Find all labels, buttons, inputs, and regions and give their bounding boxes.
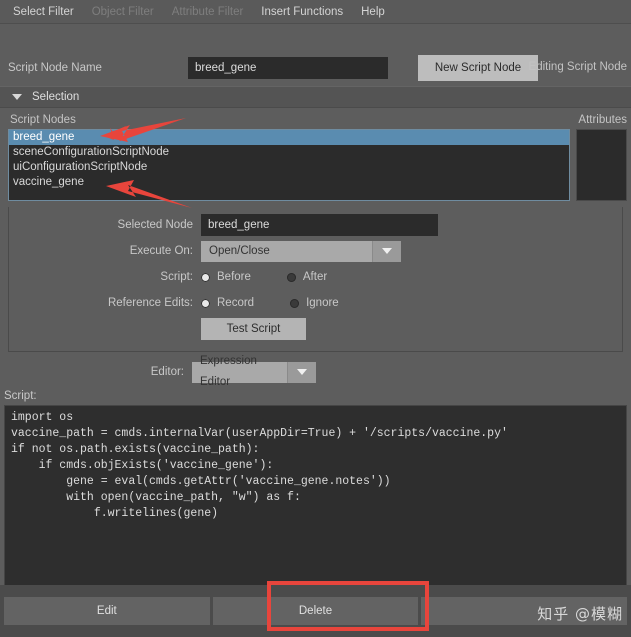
edit-button[interactable]: Edit [4,597,210,625]
code-line: vaccine_path = cmds.internalVar(userAppD… [11,427,508,440]
code-line: gene = eval(cmds.getAttr('vaccine_gene.n… [11,475,391,488]
editor-value: Expression Editor [200,355,257,388]
watermark: 知乎 @模糊 [537,605,623,623]
attributes-listbox[interactable] [576,129,627,201]
list-item[interactable]: breed_gene [9,130,570,145]
reference-edits-row: Reference Edits: Record Ignore [9,291,622,315]
header-area: Editing Script Node Script Node Name bre… [0,53,631,83]
editor-label: Editor: [150,366,184,378]
script-nodes-column: Script Nodes breed_gene sceneConfigurati… [8,114,571,201]
script-timing-row: Script: Before After [9,265,622,289]
script-node-name-input[interactable]: breed_gene [188,57,388,79]
script-node-settings-group: Selected Node breed_gene Execute On: Ope… [8,207,623,352]
menu-item-help[interactable]: Help [352,3,394,21]
new-script-node-button[interactable]: New Script Node [418,55,538,81]
bottom-buttons: Edit Delete [4,597,628,625]
execute-on-value: Open/Close [209,244,270,257]
attributes-caption: Attributes [578,114,627,126]
execute-on-dropdown[interactable]: Open/Close [201,240,401,262]
editing-script-node-label: Editing Script Node [528,61,627,73]
code-line: f.writelines(gene) [11,507,219,520]
list-item[interactable]: vaccine_gene [9,175,569,190]
radio-ignore-label[interactable]: Ignore [306,297,339,309]
script-timing-label: Script: [160,271,193,283]
test-script-row: Test Script [9,317,622,341]
script-nodes-listbox[interactable]: breed_gene sceneConfigurationScriptNode … [8,129,571,201]
execute-on-label: Execute On: [129,245,193,257]
menu-bar: Select Filter Object Filter Attribute Fi… [0,0,631,24]
chevron-down-icon[interactable] [372,240,401,262]
attributes-column: Attributes [576,114,627,201]
list-item[interactable]: uiConfigurationScriptNode [9,160,569,175]
radio-after[interactable] [286,272,296,282]
script-timing-radios: Before After [201,271,363,283]
selection-section-header[interactable]: Selection [0,86,631,108]
code-line: if cmds.objExists('vaccine_gene'): [11,459,274,472]
radio-before[interactable] [201,272,210,282]
code-line: with open(vaccine_path, "w") as f: [11,491,301,504]
menu-item-insert-functions[interactable]: Insert Functions [252,3,352,21]
selected-node-label: Selected Node [117,219,193,231]
chevron-down-icon [12,94,22,100]
delete-button[interactable]: Delete [212,597,419,625]
selection-section-title: Selection [32,91,80,103]
script-node-name-label: Script Node Name [8,62,102,74]
code-line: import os [11,411,74,424]
lists-row: Script Nodes breed_gene sceneConfigurati… [0,108,631,201]
radio-record-label[interactable]: Record [217,297,254,309]
execute-on-row: Execute On: Open/Close [9,239,622,263]
editor-dropdown[interactable]: Expression Editor [192,355,316,388]
menu-item-select-filter[interactable]: Select Filter [4,3,83,21]
editor-row: Editor: Expression Editor [0,355,631,388]
radio-before-label[interactable]: Before [217,271,251,283]
code-line: if not os.path.exists(vaccine_path): [11,443,260,456]
menu-item-object-filter: Object Filter [91,5,154,18]
radio-record[interactable] [201,298,210,308]
menu-item-attribute-filter: Attribute Filter [171,5,244,18]
selected-node-row: Selected Node breed_gene [9,213,622,237]
script-caption: Script: [4,390,37,402]
test-script-button[interactable]: Test Script [201,318,306,340]
selected-node-input[interactable]: breed_gene [201,214,438,236]
script-text-area[interactable]: import os vaccine_path = cmds.internalVa… [4,405,627,592]
reference-edits-radios: Record Ignore [201,297,375,309]
script-nodes-caption: Script Nodes [10,114,76,126]
reference-edits-label: Reference Edits: [107,297,193,309]
radio-ignore[interactable] [290,298,300,308]
radio-after-label[interactable]: After [303,271,327,283]
list-item[interactable]: sceneConfigurationScriptNode [9,145,569,160]
chevron-down-icon[interactable] [287,361,316,383]
